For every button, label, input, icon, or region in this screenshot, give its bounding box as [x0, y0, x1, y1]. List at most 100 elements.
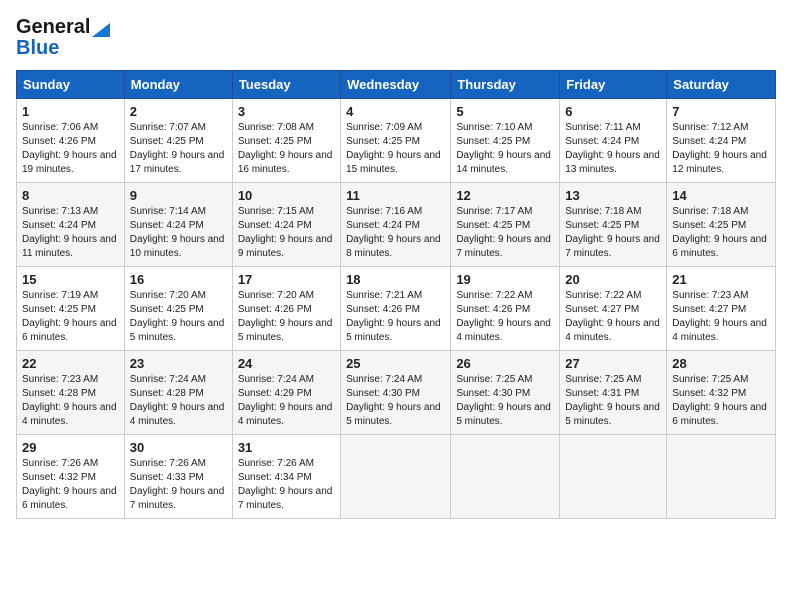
day-number: 17	[238, 272, 335, 287]
day-info: Sunrise: 7:16 AM Sunset: 4:24 PM Dayligh…	[346, 205, 445, 261]
day-info: Sunrise: 7:21 AM Sunset: 4:26 PM Dayligh…	[346, 289, 445, 345]
calendar-day-cell	[341, 435, 451, 519]
day-info: Sunrise: 7:07 AM Sunset: 4:25 PM Dayligh…	[130, 121, 227, 177]
calendar-day-cell: 4 Sunrise: 7:09 AM Sunset: 4:25 PM Dayli…	[341, 99, 451, 183]
day-number: 12	[456, 188, 554, 203]
weekday-header: Sunday	[17, 71, 125, 99]
logo-blue: Blue	[16, 37, 59, 60]
calendar-day-cell: 26 Sunrise: 7:25 AM Sunset: 4:30 PM Dayl…	[451, 351, 560, 435]
day-info: Sunrise: 7:23 AM Sunset: 4:28 PM Dayligh…	[22, 373, 119, 429]
calendar-day-cell: 6 Sunrise: 7:11 AM Sunset: 4:24 PM Dayli…	[560, 99, 667, 183]
calendar-day-cell: 1 Sunrise: 7:06 AM Sunset: 4:26 PM Dayli…	[17, 99, 125, 183]
day-number: 31	[238, 440, 335, 455]
day-info: Sunrise: 7:18 AM Sunset: 4:25 PM Dayligh…	[672, 205, 770, 261]
day-number: 20	[565, 272, 661, 287]
calendar-day-cell: 23 Sunrise: 7:24 AM Sunset: 4:28 PM Dayl…	[124, 351, 232, 435]
calendar-day-cell: 22 Sunrise: 7:23 AM Sunset: 4:28 PM Dayl…	[17, 351, 125, 435]
day-info: Sunrise: 7:26 AM Sunset: 4:33 PM Dayligh…	[130, 457, 227, 513]
calendar-day-cell: 19 Sunrise: 7:22 AM Sunset: 4:26 PM Dayl…	[451, 267, 560, 351]
day-number: 3	[238, 104, 335, 119]
calendar-table: SundayMondayTuesdayWednesdayThursdayFrid…	[16, 70, 776, 519]
day-number: 16	[130, 272, 227, 287]
day-number: 2	[130, 104, 227, 119]
day-number: 1	[22, 104, 119, 119]
day-number: 26	[456, 356, 554, 371]
calendar-day-cell: 31 Sunrise: 7:26 AM Sunset: 4:34 PM Dayl…	[232, 435, 340, 519]
weekday-header: Saturday	[667, 71, 776, 99]
day-number: 13	[565, 188, 661, 203]
day-number: 8	[22, 188, 119, 203]
day-number: 27	[565, 356, 661, 371]
day-info: Sunrise: 7:24 AM Sunset: 4:28 PM Dayligh…	[130, 373, 227, 429]
calendar-day-cell	[560, 435, 667, 519]
day-info: Sunrise: 7:26 AM Sunset: 4:34 PM Dayligh…	[238, 457, 335, 513]
calendar-day-cell: 5 Sunrise: 7:10 AM Sunset: 4:25 PM Dayli…	[451, 99, 560, 183]
day-info: Sunrise: 7:25 AM Sunset: 4:30 PM Dayligh…	[456, 373, 554, 429]
calendar-day-cell: 25 Sunrise: 7:24 AM Sunset: 4:30 PM Dayl…	[341, 351, 451, 435]
day-info: Sunrise: 7:25 AM Sunset: 4:31 PM Dayligh…	[565, 373, 661, 429]
calendar-day-cell: 18 Sunrise: 7:21 AM Sunset: 4:26 PM Dayl…	[341, 267, 451, 351]
day-number: 9	[130, 188, 227, 203]
day-number: 29	[22, 440, 119, 455]
calendar-day-cell: 12 Sunrise: 7:17 AM Sunset: 4:25 PM Dayl…	[451, 183, 560, 267]
day-info: Sunrise: 7:10 AM Sunset: 4:25 PM Dayligh…	[456, 121, 554, 177]
day-number: 22	[22, 356, 119, 371]
weekday-header: Wednesday	[341, 71, 451, 99]
weekday-header: Thursday	[451, 71, 560, 99]
day-number: 30	[130, 440, 227, 455]
day-info: Sunrise: 7:22 AM Sunset: 4:27 PM Dayligh…	[565, 289, 661, 345]
day-info: Sunrise: 7:12 AM Sunset: 4:24 PM Dayligh…	[672, 121, 770, 177]
day-number: 21	[672, 272, 770, 287]
day-info: Sunrise: 7:24 AM Sunset: 4:30 PM Dayligh…	[346, 373, 445, 429]
calendar-day-cell: 8 Sunrise: 7:13 AM Sunset: 4:24 PM Dayli…	[17, 183, 125, 267]
day-number: 14	[672, 188, 770, 203]
calendar-day-cell: 30 Sunrise: 7:26 AM Sunset: 4:33 PM Dayl…	[124, 435, 232, 519]
calendar-day-cell	[451, 435, 560, 519]
weekday-header: Monday	[124, 71, 232, 99]
day-info: Sunrise: 7:09 AM Sunset: 4:25 PM Dayligh…	[346, 121, 445, 177]
weekday-header: Friday	[560, 71, 667, 99]
calendar-week-row: 8 Sunrise: 7:13 AM Sunset: 4:24 PM Dayli…	[17, 183, 776, 267]
calendar-day-cell: 2 Sunrise: 7:07 AM Sunset: 4:25 PM Dayli…	[124, 99, 232, 183]
calendar-week-row: 1 Sunrise: 7:06 AM Sunset: 4:26 PM Dayli…	[17, 99, 776, 183]
day-info: Sunrise: 7:06 AM Sunset: 4:26 PM Dayligh…	[22, 121, 119, 177]
calendar-day-cell	[667, 435, 776, 519]
day-info: Sunrise: 7:19 AM Sunset: 4:25 PM Dayligh…	[22, 289, 119, 345]
day-number: 11	[346, 188, 445, 203]
logo-arrow-icon	[92, 19, 110, 37]
day-number: 10	[238, 188, 335, 203]
day-info: Sunrise: 7:08 AM Sunset: 4:25 PM Dayligh…	[238, 121, 335, 177]
calendar-day-cell: 9 Sunrise: 7:14 AM Sunset: 4:24 PM Dayli…	[124, 183, 232, 267]
logo: General Blue	[16, 16, 110, 60]
calendar-day-cell: 3 Sunrise: 7:08 AM Sunset: 4:25 PM Dayli…	[232, 99, 340, 183]
day-info: Sunrise: 7:20 AM Sunset: 4:25 PM Dayligh…	[130, 289, 227, 345]
day-number: 28	[672, 356, 770, 371]
logo-general: General	[16, 16, 90, 39]
day-number: 19	[456, 272, 554, 287]
day-info: Sunrise: 7:23 AM Sunset: 4:27 PM Dayligh…	[672, 289, 770, 345]
day-number: 6	[565, 104, 661, 119]
calendar-day-cell: 15 Sunrise: 7:19 AM Sunset: 4:25 PM Dayl…	[17, 267, 125, 351]
header: General Blue	[16, 16, 776, 60]
calendar-day-cell: 29 Sunrise: 7:26 AM Sunset: 4:32 PM Dayl…	[17, 435, 125, 519]
day-number: 5	[456, 104, 554, 119]
calendar-week-row: 15 Sunrise: 7:19 AM Sunset: 4:25 PM Dayl…	[17, 267, 776, 351]
day-info: Sunrise: 7:20 AM Sunset: 4:26 PM Dayligh…	[238, 289, 335, 345]
day-number: 23	[130, 356, 227, 371]
day-number: 4	[346, 104, 445, 119]
calendar-day-cell: 10 Sunrise: 7:15 AM Sunset: 4:24 PM Dayl…	[232, 183, 340, 267]
day-info: Sunrise: 7:15 AM Sunset: 4:24 PM Dayligh…	[238, 205, 335, 261]
weekday-header: Tuesday	[232, 71, 340, 99]
day-info: Sunrise: 7:18 AM Sunset: 4:25 PM Dayligh…	[565, 205, 661, 261]
calendar-day-cell: 27 Sunrise: 7:25 AM Sunset: 4:31 PM Dayl…	[560, 351, 667, 435]
day-info: Sunrise: 7:13 AM Sunset: 4:24 PM Dayligh…	[22, 205, 119, 261]
calendar-week-row: 22 Sunrise: 7:23 AM Sunset: 4:28 PM Dayl…	[17, 351, 776, 435]
calendar-day-cell: 17 Sunrise: 7:20 AM Sunset: 4:26 PM Dayl…	[232, 267, 340, 351]
calendar-day-cell: 16 Sunrise: 7:20 AM Sunset: 4:25 PM Dayl…	[124, 267, 232, 351]
calendar-day-cell: 21 Sunrise: 7:23 AM Sunset: 4:27 PM Dayl…	[667, 267, 776, 351]
calendar-day-cell: 11 Sunrise: 7:16 AM Sunset: 4:24 PM Dayl…	[341, 183, 451, 267]
calendar-week-row: 29 Sunrise: 7:26 AM Sunset: 4:32 PM Dayl…	[17, 435, 776, 519]
day-info: Sunrise: 7:17 AM Sunset: 4:25 PM Dayligh…	[456, 205, 554, 261]
day-number: 18	[346, 272, 445, 287]
day-info: Sunrise: 7:24 AM Sunset: 4:29 PM Dayligh…	[238, 373, 335, 429]
